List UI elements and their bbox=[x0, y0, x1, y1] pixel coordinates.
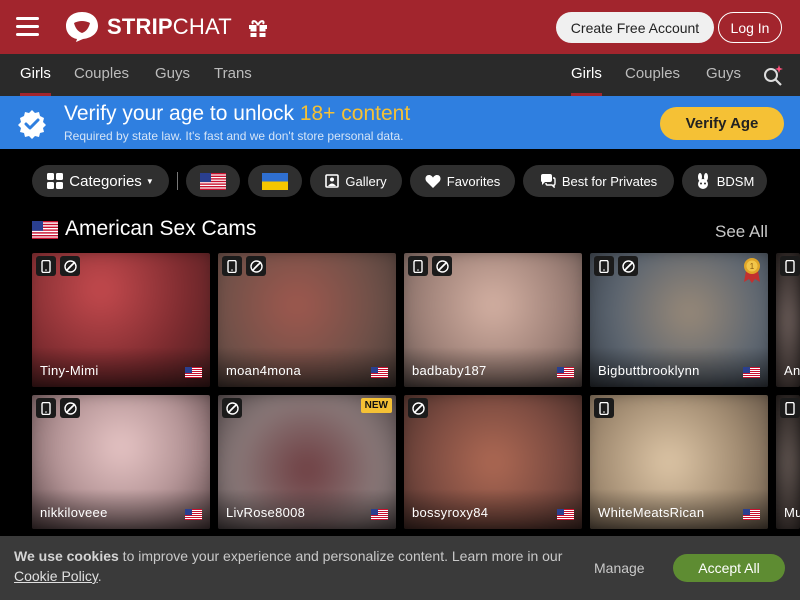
ukraine-flag-icon bbox=[262, 172, 288, 190]
tab-couples-secondary[interactable]: Couples bbox=[625, 54, 680, 96]
login-button[interactable]: Log In bbox=[718, 12, 782, 43]
model-card[interactable]: badbaby187 bbox=[404, 253, 582, 387]
app-root: STRIPCHAT Create Free Account Log In Gir… bbox=[0, 0, 800, 600]
usa-flag-icon bbox=[743, 507, 760, 520]
chat-bubbles-icon bbox=[540, 174, 556, 188]
mobile-icon bbox=[36, 256, 56, 276]
model-card[interactable]: bossyroxy84 bbox=[404, 395, 582, 529]
divider bbox=[177, 172, 178, 190]
usa-flag-icon bbox=[557, 507, 574, 520]
gallery-icon bbox=[325, 174, 340, 188]
model-name: Mu bbox=[784, 505, 800, 520]
usa-flag-icon bbox=[557, 365, 574, 378]
accept-all-button[interactable]: Accept All bbox=[673, 554, 785, 582]
model-name: An bbox=[784, 363, 800, 378]
model-name: nikkiloveee bbox=[40, 505, 108, 520]
sparkle-search-icon[interactable] bbox=[762, 64, 784, 86]
flag-ukraine-filter[interactable] bbox=[248, 165, 302, 197]
logo-text: STRIPCHAT bbox=[107, 14, 232, 39]
tab-guys[interactable]: Guys bbox=[155, 54, 190, 96]
usa-flag-icon bbox=[185, 365, 202, 378]
svg-text:1: 1 bbox=[750, 262, 755, 271]
see-all-link[interactable]: See All bbox=[715, 222, 768, 242]
model-name: badbaby187 bbox=[412, 363, 487, 378]
mobile-icon bbox=[36, 398, 56, 418]
best-for-privates-filter[interactable]: Best for Privates bbox=[523, 165, 674, 197]
verify-age-button[interactable]: Verify Age bbox=[660, 107, 784, 140]
tab-girls[interactable]: Girls bbox=[20, 54, 51, 96]
grid-icon bbox=[47, 173, 64, 189]
top-header: STRIPCHAT Create Free Account Log In bbox=[0, 0, 800, 54]
private-show-icon bbox=[246, 256, 266, 276]
tab-guys-secondary[interactable]: Guys bbox=[706, 54, 741, 96]
model-name: WhiteMeatsRican bbox=[598, 505, 705, 520]
usa-flag-icon bbox=[32, 221, 58, 239]
model-card[interactable]: moan4mona bbox=[218, 253, 396, 387]
category-nav: Girls Couples Guys Trans Girls Couples G… bbox=[0, 54, 800, 96]
private-show-icon bbox=[60, 398, 80, 418]
create-account-button[interactable]: Create Free Account bbox=[556, 12, 714, 43]
mobile-icon bbox=[780, 256, 800, 276]
new-badge: NEW bbox=[360, 398, 392, 413]
usa-flag-icon bbox=[371, 365, 388, 378]
private-show-icon bbox=[618, 256, 638, 276]
usa-flag-icon bbox=[200, 172, 226, 190]
bunny-mask-icon bbox=[697, 173, 708, 189]
mobile-icon bbox=[780, 398, 800, 418]
flag-usa-filter[interactable] bbox=[186, 165, 240, 197]
bdsm-filter[interactable]: BDSM bbox=[682, 165, 767, 197]
model-card[interactable]: 1 Bigbuttbrooklynn bbox=[590, 253, 768, 387]
model-name: bossyroxy84 bbox=[412, 505, 489, 520]
private-show-icon bbox=[60, 256, 80, 276]
mobile-icon bbox=[408, 256, 428, 276]
mobile-icon bbox=[594, 398, 614, 418]
gift-icon[interactable] bbox=[246, 16, 270, 40]
section-title: American Sex Cams bbox=[65, 217, 257, 240]
usa-flag-icon bbox=[185, 507, 202, 520]
heart-icon bbox=[425, 175, 441, 188]
model-name: moan4mona bbox=[226, 363, 301, 378]
chevron-down-icon: ▼ bbox=[145, 176, 154, 186]
usa-flag-icon bbox=[371, 507, 388, 520]
medal-icon: 1 bbox=[742, 257, 762, 283]
categories-dropdown[interactable]: Categories ▼ bbox=[32, 165, 169, 197]
favorites-filter[interactable]: Favorites bbox=[410, 165, 515, 197]
model-card[interactable]: WhiteMeatsRican bbox=[590, 395, 768, 529]
mobile-icon bbox=[222, 256, 242, 276]
tab-trans[interactable]: Trans bbox=[214, 54, 252, 96]
model-name: LivRose8008 bbox=[226, 505, 306, 520]
usa-flag-icon bbox=[743, 365, 760, 378]
cookie-policy-link[interactable]: Cookie Policy bbox=[14, 568, 98, 584]
model-card-partial[interactable]: An bbox=[776, 253, 800, 387]
model-card[interactable]: Tiny-Mimi bbox=[32, 253, 210, 387]
cookie-message: We use cookies to improve your experienc… bbox=[14, 548, 563, 584]
verify-title: Verify your age to unlock 18+ content bbox=[64, 102, 411, 125]
verify-subtitle: Required by state law. It's fast and we … bbox=[64, 129, 404, 143]
private-show-icon bbox=[432, 256, 452, 276]
manage-cookies-button[interactable]: Manage bbox=[594, 560, 645, 576]
model-name: Bigbuttbrooklynn bbox=[598, 363, 700, 378]
private-show-icon bbox=[408, 398, 428, 418]
model-card[interactable]: NEW LivRose8008 bbox=[218, 395, 396, 529]
model-card-partial[interactable]: Mu bbox=[776, 395, 800, 529]
model-name: Tiny-Mimi bbox=[40, 363, 99, 378]
menu-icon[interactable] bbox=[16, 17, 39, 37]
verified-shield-icon bbox=[18, 110, 46, 139]
private-show-icon bbox=[222, 398, 242, 418]
model-card[interactable]: nikkiloveee bbox=[32, 395, 210, 529]
tab-couples[interactable]: Couples bbox=[74, 54, 129, 96]
site-logo[interactable]: STRIPCHAT bbox=[65, 11, 232, 43]
tab-girls-secondary[interactable]: Girls bbox=[571, 54, 602, 96]
gallery-filter[interactable]: Gallery bbox=[310, 165, 402, 197]
mobile-icon bbox=[594, 256, 614, 276]
logo-icon bbox=[66, 12, 98, 42]
